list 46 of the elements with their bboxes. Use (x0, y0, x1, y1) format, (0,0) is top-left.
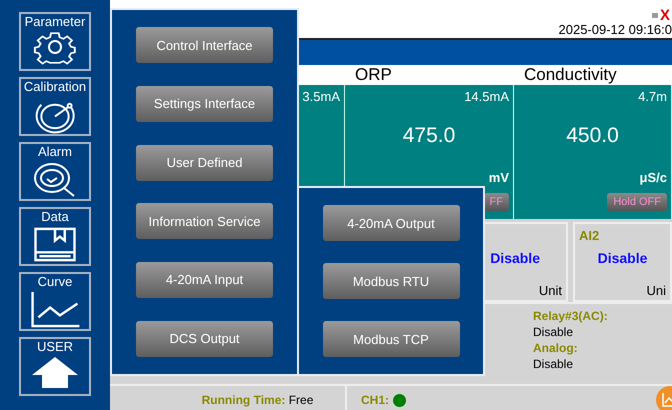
menu-button[interactable]: Settings Interface (136, 86, 273, 122)
tile-label: Calibration (24, 79, 86, 94)
tile-label: USER (36, 339, 74, 354)
unit-label: mV (488, 170, 510, 185)
current-reading: 4.7m (637, 88, 668, 104)
input-label: AI2 (579, 228, 600, 243)
sidebar-tile[interactable]: Alarm (19, 142, 91, 201)
menu-button[interactable]: 4-20mA Input (136, 262, 273, 298)
output-value: Disable (533, 357, 574, 371)
unit-label: Unit (538, 283, 562, 298)
sidebar-tile[interactable]: Calibration (19, 77, 91, 136)
unit-label: Uni (646, 283, 666, 298)
sidebar-tile[interactable]: USER (19, 337, 91, 396)
hold-button[interactable]: Hold OFF (607, 193, 667, 211)
menu-button[interactable]: Control Interface (136, 27, 273, 64)
output-label: Relay#3(AC): (533, 309, 609, 323)
sidebar-tile[interactable]: Data (19, 207, 91, 266)
input-value: Disable (490, 250, 540, 266)
menu-button[interactable]: Modbus RTU (322, 263, 460, 299)
sidebar-tile[interactable]: Parameter (19, 12, 91, 71)
current-reading: 14.5mA (463, 88, 510, 104)
tile-label: Data (41, 209, 69, 224)
sidebar-tile[interactable]: Curve (19, 272, 91, 331)
output-value: Disable (533, 325, 574, 339)
menu-button[interactable]: 4-20mA Output (322, 205, 460, 241)
menu-button[interactable]: DCS Output (136, 320, 273, 357)
menu-button[interactable]: Information Service (136, 203, 273, 240)
channel-label: CH1: (361, 393, 390, 407)
channel-name: ORP (354, 65, 392, 84)
gear-icon (33, 30, 77, 66)
close-button[interactable]: X (660, 8, 670, 23)
measured-value: 475.0 (402, 124, 456, 148)
tile-label: Parameter (24, 14, 86, 29)
menu-button[interactable]: User Defined (136, 144, 273, 181)
output-label: Analog: (533, 341, 579, 355)
tile-label: Curve (38, 274, 72, 289)
current-reading: 3.5mA (301, 88, 341, 104)
minimize-icon[interactable] (652, 13, 658, 18)
tile-label: Alarm (38, 144, 72, 159)
channel-name: Conductivity (523, 65, 617, 84)
running-time: Running Time: Free (202, 393, 314, 407)
menu-button[interactable]: Modbus TCP (322, 321, 460, 357)
measured-value: 450.0 (566, 124, 619, 148)
unit-label: μS/c (640, 170, 668, 185)
datetime: 2025-09-12 09:16:0 (558, 23, 672, 37)
input-value: Disable (596, 250, 648, 266)
